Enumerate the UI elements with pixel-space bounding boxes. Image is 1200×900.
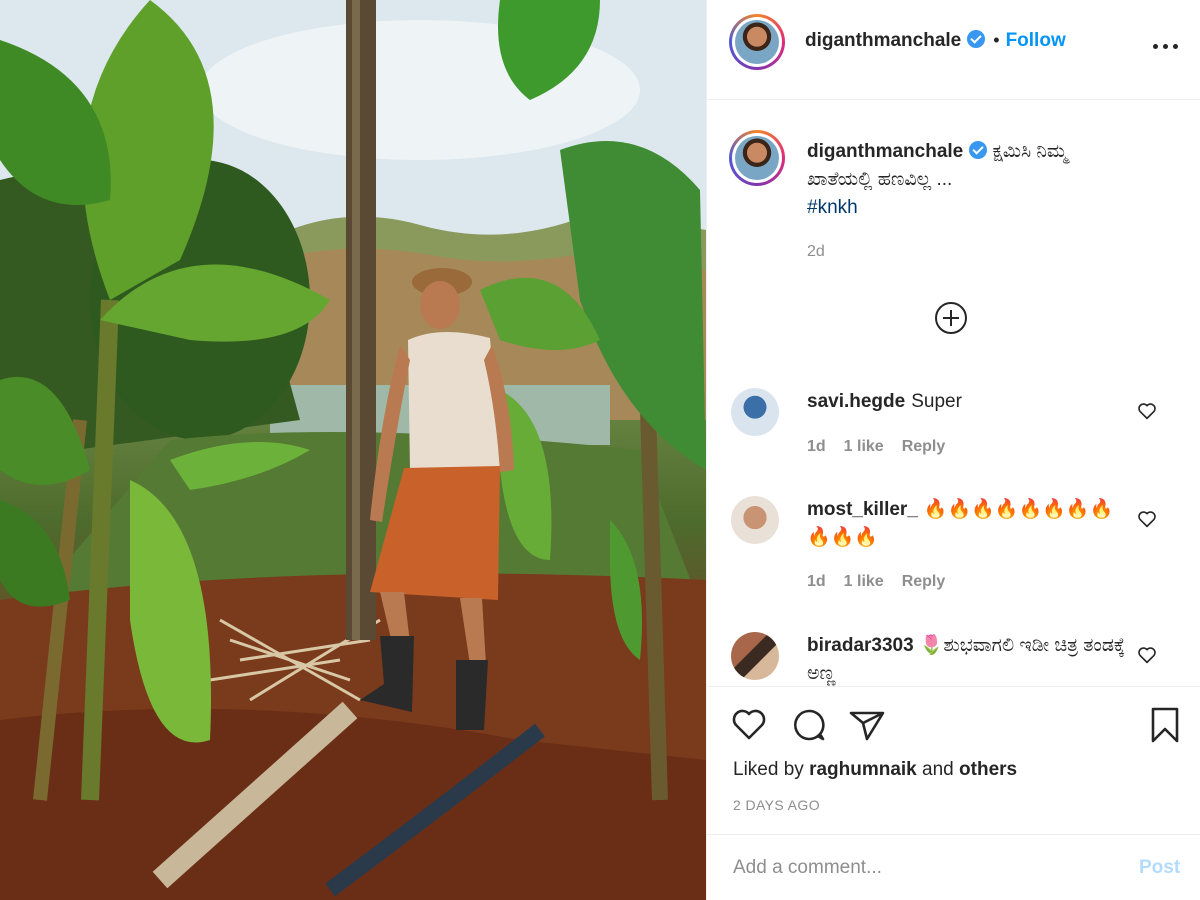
hashtag-link[interactable]: #knkh: [807, 197, 858, 218]
post-timestamp[interactable]: 2 DAYS AGO: [733, 797, 820, 813]
header-author-line: diganthmanchale • Follow: [805, 30, 1066, 52]
author-avatar[interactable]: [729, 14, 785, 70]
comment-meta: 1d 1 like Reply: [807, 438, 963, 456]
reply-button[interactable]: Reply: [902, 573, 946, 590]
caption: diganthmanchale ಕ್ಷಮಿಸಿ ನಿಮ್ಮ ಖಾತೆಯಲ್ಲಿ …: [807, 138, 1137, 222]
commenter-avatar[interactable]: [731, 388, 779, 436]
comment-username[interactable]: most_killer_: [807, 499, 918, 520]
heart-icon[interactable]: [729, 705, 769, 745]
comment-age: 1d: [807, 438, 826, 455]
caption-avatar[interactable]: [729, 130, 785, 186]
post-photo[interactable]: [0, 0, 706, 900]
comment-text-row: savi.hegde Super: [807, 388, 1127, 416]
comment-likes[interactable]: 1 like: [844, 573, 884, 590]
post-comment-button[interactable]: Post: [1139, 857, 1180, 879]
separator-dot: •: [993, 30, 1000, 50]
liked-by-prefix: Liked by: [733, 759, 804, 780]
comment-bubble-icon[interactable]: [789, 705, 829, 745]
comment-heart-icon[interactable]: [1137, 510, 1157, 528]
comments-list[interactable]: diganthmanchale ಕ್ಷಮಿಸಿ ನಿಮ್ಮ ಖಾತೆಯಲ್ಲಿ …: [707, 100, 1200, 686]
reply-button[interactable]: Reply: [902, 438, 946, 455]
post-header: diganthmanchale • Follow: [707, 0, 1200, 100]
liked-by-line: Liked by raghumnaik and others: [733, 759, 1017, 781]
paper-plane-icon[interactable]: [847, 705, 887, 745]
caption-timestamp: 2d: [807, 243, 825, 260]
post-details-panel: diganthmanchale • Follow diganthmanchale ಕ…: [706, 0, 1200, 900]
bookmark-icon[interactable]: [1145, 705, 1185, 745]
post-actions: Liked by raghumnaik and others 2 DAYS AG…: [707, 686, 1200, 834]
comment-body: Super: [911, 391, 962, 412]
add-comment-bar: Post: [707, 834, 1200, 900]
liked-by-others[interactable]: others: [959, 759, 1017, 780]
comment-input[interactable]: [733, 853, 1113, 883]
comment-username[interactable]: biradar3303: [807, 635, 914, 656]
author-username[interactable]: diganthmanchale: [805, 30, 961, 51]
verified-badge-icon: [969, 141, 988, 159]
comment-text-row: biradar3303 🌷ಶುಭವಾಗಲಿ ಇಡೀ ಚಿತ್ರ ತಂಡಕ್ಕೆ ಅ…: [807, 632, 1127, 686]
liked-by-user[interactable]: raghumnaik: [809, 759, 917, 780]
comment-heart-icon[interactable]: [1137, 402, 1157, 420]
more-options-icon[interactable]: [1151, 36, 1181, 56]
comment-text-row: most_killer_ 🔥🔥🔥🔥🔥🔥🔥🔥🔥🔥🔥: [807, 496, 1117, 552]
verified-badge-icon: [967, 30, 986, 48]
comment-meta: 1d 1 like Reply: [807, 573, 963, 591]
commenter-avatar[interactable]: [731, 496, 779, 544]
liked-by-and: and: [922, 759, 954, 780]
commenter-avatar[interactable]: [731, 632, 779, 680]
plus-circle-icon[interactable]: [935, 302, 967, 334]
comment-heart-icon[interactable]: [1137, 646, 1157, 664]
comment-username[interactable]: savi.hegde: [807, 391, 905, 412]
comment-likes[interactable]: 1 like: [844, 438, 884, 455]
jungle-scene-illustration: [0, 0, 706, 900]
comment-age: 1d: [807, 573, 826, 590]
caption-username[interactable]: diganthmanchale: [807, 141, 963, 162]
follow-button[interactable]: Follow: [1006, 30, 1066, 51]
